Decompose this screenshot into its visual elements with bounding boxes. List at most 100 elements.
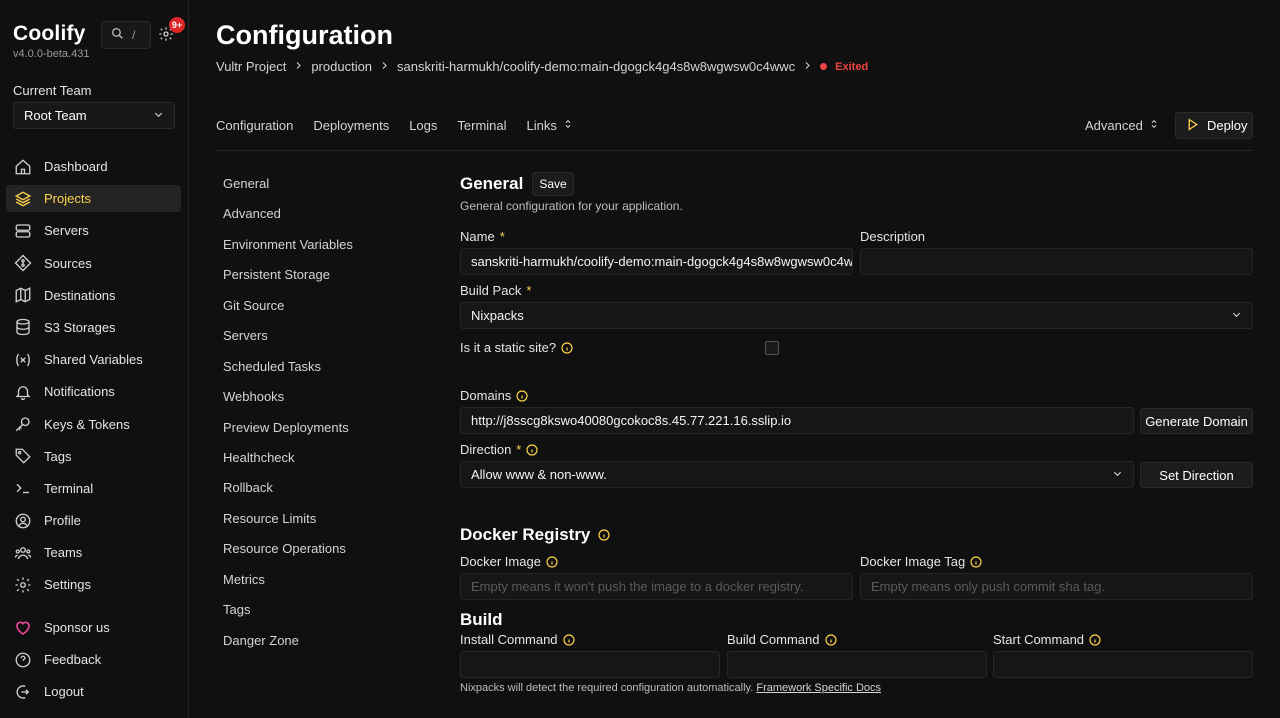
- static-site-checkbox[interactable]: [765, 341, 779, 355]
- description-label: Description: [860, 229, 926, 244]
- nav-item-profile[interactable]: Profile: [6, 507, 181, 534]
- tab-configuration[interactable]: Configuration: [216, 118, 293, 133]
- subnav-item-danger-zone[interactable]: Danger Zone: [223, 633, 353, 663]
- breadcrumb-application[interactable]: sanskriti-harmukh/coolify-demo:main-dgog…: [397, 59, 795, 74]
- subnav-item-healthcheck[interactable]: Healthcheck: [223, 450, 353, 480]
- nav-item-terminal[interactable]: Terminal: [6, 475, 181, 502]
- terminal-icon: [14, 479, 32, 497]
- nav-item-label: Projects: [44, 191, 91, 207]
- advanced-label: Advanced: [1085, 118, 1143, 133]
- tab-links[interactable]: Links: [527, 118, 573, 133]
- chevron-down-icon: [153, 108, 164, 123]
- nav-item-sponsor[interactable]: Sponsor us: [6, 614, 181, 641]
- name-input[interactable]: sanskriti-harmukh/coolify-demo:main-dgog…: [460, 248, 853, 275]
- users-icon: [14, 544, 32, 562]
- subnav-item-advanced[interactable]: Advanced: [223, 206, 353, 236]
- tab-deployments[interactable]: Deployments: [313, 118, 389, 133]
- subnav-item-metrics[interactable]: Metrics: [223, 572, 353, 602]
- subnav-item-resource-operations[interactable]: Resource Operations: [223, 541, 353, 571]
- subnav-item-webhooks[interactable]: Webhooks: [223, 389, 353, 419]
- info-icon[interactable]: [526, 443, 538, 456]
- search-button[interactable]: /: [101, 21, 151, 49]
- advanced-dropdown[interactable]: Advanced: [1085, 118, 1159, 133]
- install-command-input[interactable]: [460, 651, 720, 678]
- app-version: v4.0.0-beta.431: [13, 48, 90, 60]
- nav-item-keys-tokens[interactable]: Keys & Tokens: [6, 411, 181, 438]
- info-icon[interactable]: [598, 529, 610, 541]
- nav-item-label: Feedback: [44, 652, 102, 668]
- nav-item-notifications[interactable]: Notifications: [6, 378, 181, 405]
- subnav-item-general[interactable]: General: [223, 176, 353, 206]
- framework-docs-link[interactable]: Framework Specific Docs: [756, 682, 881, 694]
- docker-image-tag-label-text: Docker Image Tag: [860, 554, 966, 569]
- layers-icon: [14, 190, 32, 208]
- domains-input[interactable]: http://j8sscg8kswo40080gcokoc8s.45.77.22…: [460, 407, 1134, 434]
- tab-logs[interactable]: Logs: [409, 118, 437, 133]
- docker-image-tag-input[interactable]: Empty means only push commit sha tag.: [860, 573, 1253, 600]
- user-icon: [14, 512, 32, 530]
- save-button[interactable]: Save: [532, 172, 574, 196]
- build-pack-select[interactable]: Nixpacks: [460, 302, 1253, 329]
- set-direction-button[interactable]: Set Direction: [1140, 462, 1253, 488]
- description-input[interactable]: [860, 248, 1253, 275]
- chevron-down-icon: [1231, 308, 1242, 323]
- gear-icon: [158, 27, 174, 45]
- domains-label-text: Domains: [460, 388, 512, 403]
- subnav-item-tags[interactable]: Tags: [223, 602, 353, 632]
- docker-registry-heading: Docker Registry: [460, 525, 610, 545]
- nav-item-projects[interactable]: Projects: [6, 185, 181, 213]
- install-command-label: Install Command: [460, 632, 575, 647]
- subnav-item-rollback[interactable]: Rollback: [223, 480, 353, 510]
- generate-domain-button[interactable]: Generate Domain: [1140, 408, 1253, 434]
- tab-terminal[interactable]: Terminal: [457, 118, 506, 133]
- breadcrumb-project[interactable]: Vultr Project: [216, 59, 286, 74]
- build-command-label: Build Command: [727, 632, 837, 647]
- home-icon: [14, 158, 32, 176]
- info-icon[interactable]: [516, 389, 528, 402]
- status-badge: Exited: [835, 60, 869, 73]
- breadcrumb-environment[interactable]: production: [311, 59, 372, 74]
- nav-item-dashboard[interactable]: Dashboard: [6, 153, 181, 180]
- build-command-input[interactable]: [727, 651, 987, 678]
- info-icon[interactable]: [562, 633, 575, 646]
- info-icon[interactable]: [561, 341, 573, 354]
- page-title: Configuration: [216, 20, 393, 50]
- subnav-item-persistent-storage[interactable]: Persistent Storage: [223, 267, 353, 297]
- subnav-item-resource-limits[interactable]: Resource Limits: [223, 511, 353, 541]
- chevron-right-icon: [294, 61, 303, 73]
- subnav-item-git-source[interactable]: Git Source: [223, 298, 353, 328]
- start-command-input[interactable]: [993, 651, 1253, 678]
- required-marker: *: [516, 442, 522, 457]
- nav-item-shared-variables[interactable]: Shared Variables: [6, 346, 181, 373]
- nav-item-feedback[interactable]: Feedback: [6, 646, 181, 673]
- subnav-item-environment-variables[interactable]: Environment Variables: [223, 237, 353, 267]
- subnav-item-servers[interactable]: Servers: [223, 328, 353, 358]
- info-icon[interactable]: [546, 555, 558, 568]
- nav-item-servers[interactable]: Servers: [6, 217, 181, 244]
- nav-item-tags[interactable]: Tags: [6, 443, 181, 470]
- direction-label: Direction *: [460, 442, 538, 457]
- nav-item-settings[interactable]: Settings: [6, 571, 181, 598]
- nav-item-teams[interactable]: Teams: [6, 539, 181, 566]
- chevron-up-down-icon: [563, 118, 573, 133]
- play-icon: [1186, 117, 1199, 134]
- team-select[interactable]: Root Team: [13, 102, 175, 129]
- app-root: Coolify v4.0.0-beta.431 / 9+ Current Tea…: [0, 0, 1280, 718]
- info-icon[interactable]: [970, 555, 982, 568]
- subnav-item-preview-deployments[interactable]: Preview Deployments: [223, 420, 353, 450]
- nixpacks-hint-text: Nixpacks will detect the required config…: [460, 682, 754, 694]
- brand-logo-text[interactable]: Coolify: [13, 22, 86, 46]
- nav-item-logout[interactable]: Logout: [6, 678, 181, 705]
- nav-item-s3-storages[interactable]: S3 Storages: [6, 314, 181, 341]
- nav-item-sources[interactable]: Sources: [6, 250, 181, 277]
- docker-image-input[interactable]: Empty means it won't push the image to a…: [460, 573, 853, 600]
- subnav-item-scheduled-tasks[interactable]: Scheduled Tasks: [223, 359, 353, 389]
- direction-select[interactable]: Allow www & non-www.: [460, 461, 1134, 488]
- nav-item-label: Servers: [44, 223, 89, 239]
- notifications-badge[interactable]: 9+: [169, 17, 185, 33]
- resource-tabs: Configuration Deployments Logs Terminal …: [216, 118, 573, 133]
- info-icon[interactable]: [1089, 633, 1101, 646]
- info-icon[interactable]: [824, 633, 837, 646]
- nav-item-destinations[interactable]: Destinations: [6, 282, 181, 309]
- deploy-button[interactable]: Deploy: [1175, 112, 1253, 139]
